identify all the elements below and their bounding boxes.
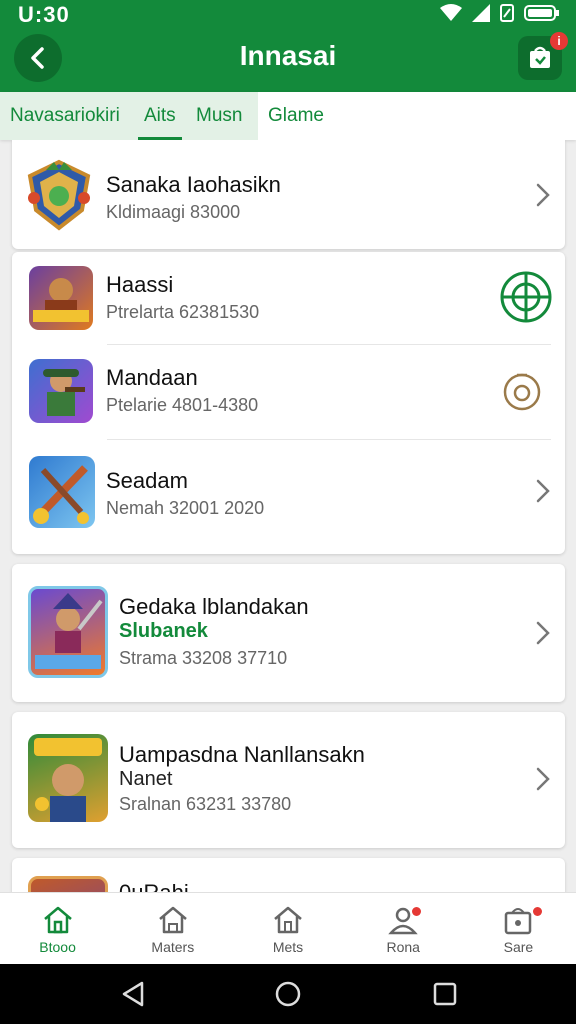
item-title: Seadam (106, 468, 188, 493)
nav-home[interactable]: Btooo (0, 893, 115, 964)
item-tag: Nanet (119, 768, 173, 790)
item-title: Uampasdna Nanllansakn (119, 742, 365, 767)
item-subtitle: Ptrelarta 62381530 (106, 302, 260, 322)
item-title: Haassi (106, 272, 174, 297)
nav-sare[interactable]: Sare (461, 893, 576, 964)
page-title: Innasai (239, 40, 337, 71)
status-icons (440, 4, 560, 22)
tab-bar: Navasariokiri Aits Musn Glame (0, 92, 576, 140)
list-item[interactable]: Sanaka Iaohasikn Kldimaagi 83000 (12, 140, 565, 249)
timer-icon[interactable] (501, 371, 543, 413)
list-item[interactable]: Gedaka lblandakan Slubanek Strama 33208 … (12, 564, 565, 702)
status-time: U:30 (18, 2, 70, 27)
system-navigation-bar (0, 964, 576, 1024)
data-icon (500, 4, 514, 22)
store-icon (505, 908, 532, 935)
item-tag: Slubanek (119, 620, 208, 642)
item-subtitle: Sralnan 63231 33780 (119, 794, 292, 814)
chevron-right-icon (536, 767, 550, 791)
item-title: Gedaka lblandakan (119, 594, 309, 619)
tab-aits[interactable]: Aits (134, 92, 186, 140)
nav-label: Mets (272, 939, 304, 955)
wifi-icon (440, 4, 462, 21)
nav-label: Btooo (39, 939, 76, 955)
list-item[interactable]: Uampasdna Nanllansakn Nanet Sralnan 6323… (12, 712, 565, 848)
status-bar: U:30 (0, 0, 576, 28)
item-title: 0uRahi (119, 880, 189, 892)
game-list: Sanaka Iaohasikn Kldimaagi 83000 Haassi … (0, 140, 576, 892)
item-subtitle: Ptelarie 4801-4380 (106, 395, 259, 415)
battery-icon (524, 5, 559, 21)
chevron-right-icon (536, 479, 550, 503)
notification-dot (411, 907, 421, 916)
game-icon-uampasdna (28, 734, 108, 822)
list-item[interactable]: Haassi Ptrelarta 62381530 (12, 252, 565, 344)
list-item[interactable]: Seadam Nemah 32001 2020 (12, 440, 565, 554)
list-item[interactable]: 0uRahi (12, 858, 565, 892)
back-triangle-icon[interactable] (120, 980, 146, 1008)
recents-square-icon[interactable] (432, 980, 458, 1008)
app-bar: U:30 Innasai i (0, 0, 576, 92)
chevron-right-icon (536, 621, 550, 645)
globe-icon[interactable] (499, 270, 553, 324)
item-subtitle: Strama 33208 37710 (119, 648, 288, 668)
tab-navasariokiri[interactable]: Navasariokiri (0, 92, 134, 140)
nav-maters[interactable]: Maters (115, 893, 230, 964)
home-circle-icon[interactable] (274, 980, 302, 1008)
nav-label: Maters (151, 939, 195, 955)
nav-rona[interactable]: Rona (346, 893, 461, 964)
bottom-navigation: Btooo Maters Mets Rona Sare (0, 892, 576, 964)
item-title: Sanaka Iaohasikn (106, 172, 281, 197)
chevron-right-icon (536, 183, 550, 207)
list-item[interactable]: Mandaan Ptelarie 4801-4380 (12, 345, 565, 439)
game-icon-shield (24, 158, 94, 232)
home-icon (274, 906, 302, 934)
item-subtitle: Nemah 32001 2020 (106, 498, 265, 518)
home-icon (43, 906, 72, 934)
item-subtitle: Kldimaagi 83000 (106, 202, 241, 222)
home-icon (158, 906, 187, 934)
game-icon-ourahi (28, 876, 108, 892)
game-icon-haassi (29, 266, 93, 330)
game-icon-seadam (29, 456, 95, 528)
game-icon-mandaan (29, 359, 93, 423)
nav-label: Rona (386, 939, 420, 955)
store-button[interactable]: i (518, 32, 568, 80)
notification-badge: i (550, 32, 568, 50)
tab-musn[interactable]: Musn (186, 92, 258, 140)
list-card-group: Haassi Ptrelarta 62381530 Mandaan Ptelar… (12, 252, 565, 554)
notification-dot (532, 907, 542, 916)
signal-icon (472, 4, 490, 22)
item-title: Mandaan (106, 365, 198, 390)
nav-label: Sare (503, 939, 534, 955)
nav-mets[interactable]: Mets (230, 893, 345, 964)
game-icon-gedaka (28, 586, 108, 678)
tab-glame[interactable]: Glame (258, 92, 348, 140)
store-icon (530, 46, 550, 68)
